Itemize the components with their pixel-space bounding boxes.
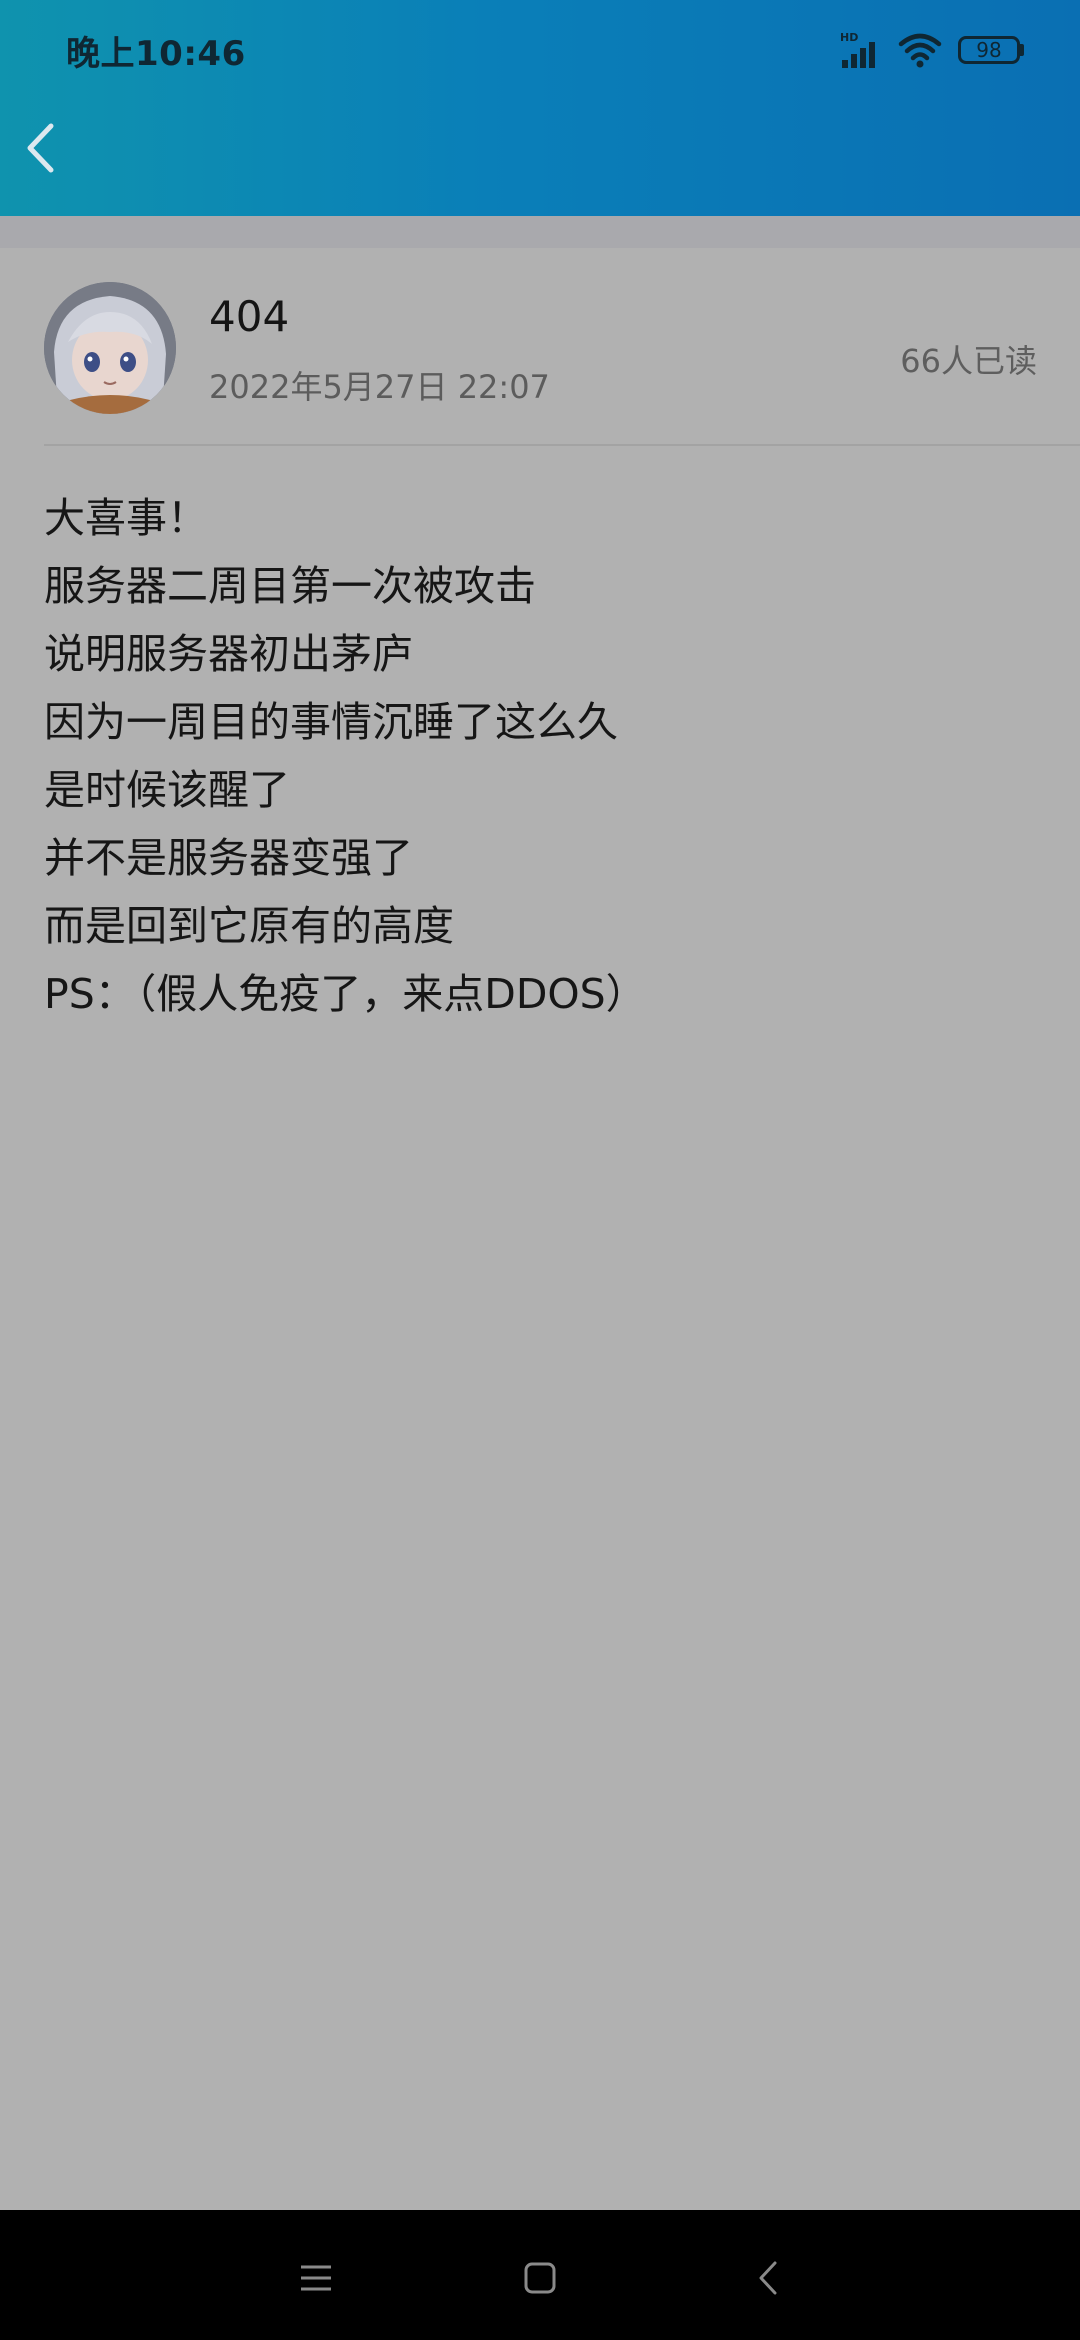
- wifi-icon: [898, 33, 942, 68]
- status-icons: HD 98: [838, 30, 1024, 70]
- post-line: 说明服务器初出茅庐: [44, 630, 413, 678]
- header-divider: [0, 216, 1080, 248]
- home-button[interactable]: [512, 2250, 568, 2306]
- network-label: HD: [840, 31, 858, 44]
- battery-level: 98: [976, 38, 1002, 62]
- app-header: 晚上10:46 HD 98: [0, 0, 1080, 216]
- post-line: 是时候该醒了: [44, 766, 290, 814]
- post-line: 因为一周目的事情沉睡了这么久: [44, 698, 618, 746]
- author-name[interactable]: 404: [209, 292, 289, 341]
- post-date: 2022年5月27日 22:07: [209, 368, 550, 406]
- anime-avatar-icon: [44, 282, 176, 414]
- read-count: 66人已读: [900, 342, 1037, 380]
- avatar[interactable]: [44, 282, 176, 414]
- post-line: 大喜事！: [44, 494, 208, 542]
- menu-icon: [301, 2265, 331, 2291]
- home-icon: [524, 2262, 556, 2294]
- post-line: 并不是服务器变强了: [44, 834, 413, 882]
- signal-icon: HD: [840, 31, 875, 68]
- status-time: 晚上10:46: [66, 34, 246, 74]
- battery-icon: 98: [958, 36, 1024, 64]
- back-icon: [759, 2261, 777, 2295]
- back-nav-button[interactable]: [740, 2250, 796, 2306]
- back-button[interactable]: [18, 118, 62, 178]
- post-line: PS：（假人免疫了，来点DDOS）: [44, 970, 647, 1018]
- system-nav-bar: [0, 2210, 1080, 2340]
- meta-divider: [44, 444, 1080, 446]
- post-line: 服务器二周目第一次被攻击: [44, 562, 536, 610]
- menu-button[interactable]: [288, 2250, 344, 2306]
- screen: 晚上10:46 HD 98 404 2022年5月27日 22:07 66人已读…: [0, 0, 1080, 2340]
- post-body: 大喜事！ 服务器二周目第一次被攻击 说明服务器初出茅庐 因为一周目的事情沉睡了这…: [44, 484, 1044, 1028]
- chevron-left-icon: [27, 123, 54, 173]
- post-line: 而是回到它原有的高度: [44, 902, 454, 950]
